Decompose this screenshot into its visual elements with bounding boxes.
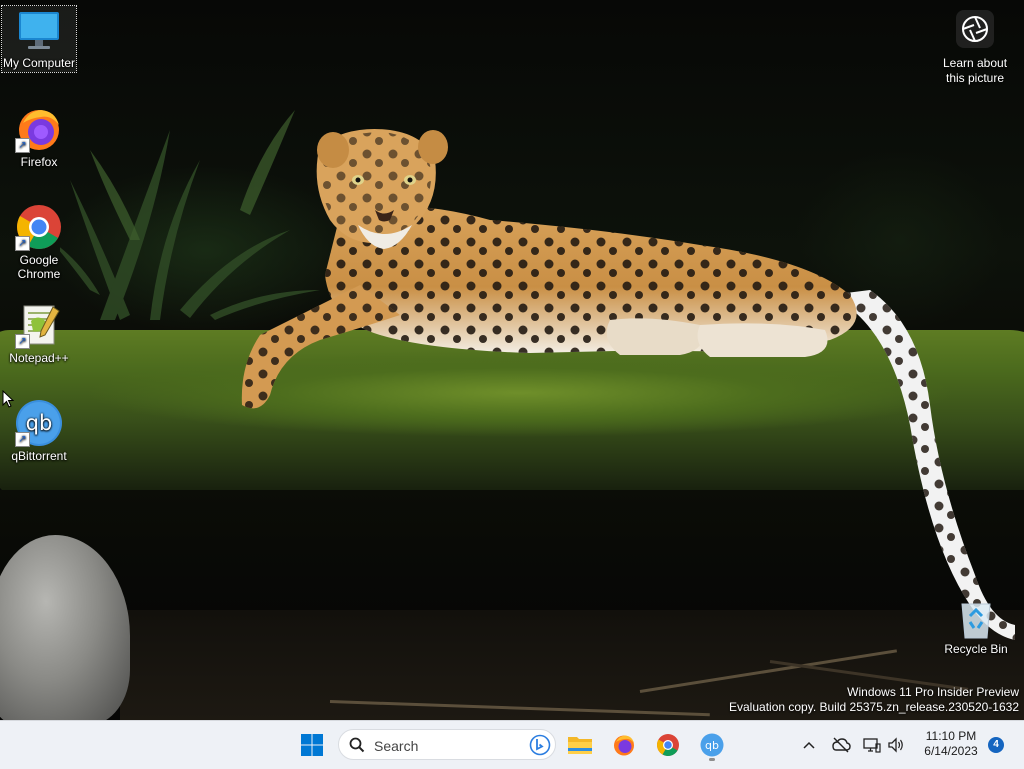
shortcut-arrow-icon: ↗: [15, 138, 30, 153]
notepad-plus-plus-icon: ↗: [15, 301, 63, 349]
desktop-icon-label: Notepad++: [9, 351, 69, 365]
taskbar-search-box[interactable]: Search: [338, 729, 556, 760]
desktop-icon-label: Recycle Bin: [944, 642, 1008, 656]
clock-date: 6/14/2023: [924, 744, 978, 758]
leopard: [241, 129, 1015, 640]
desktop-icon-notepad-plus-plus[interactable]: ↗ Notepad++: [2, 301, 76, 365]
tray-volume[interactable]: [884, 721, 908, 769]
camera-aperture-icon: [956, 10, 994, 48]
notification-count-badge[interactable]: 4: [988, 737, 1004, 753]
speaker-volume-icon: [888, 737, 903, 753]
desktop-icon-label: Firefox: [20, 155, 58, 169]
learn-about-label-line2: this picture: [945, 71, 1005, 85]
taskbar: Search qb 11:10 PM 6/14/2023 4: [0, 720, 1024, 769]
search-icon: [349, 737, 365, 753]
windows-start-icon: [301, 734, 323, 756]
desktop-icon-label: qBittorrent: [11, 449, 67, 463]
shortcut-arrow-icon: ↗: [15, 236, 30, 251]
shortcut-arrow-icon: ↗: [15, 432, 30, 447]
firefox-icon: [614, 735, 634, 756]
svg-text:qb: qb: [705, 739, 719, 752]
learn-about-picture-button[interactable]: Learn about this picture: [935, 10, 1015, 86]
chrome-icon: [657, 734, 679, 756]
desktop-icon-recycle-bin[interactable]: Recycle Bin: [940, 598, 1012, 656]
desktop-icon-label: Google Chrome: [17, 253, 61, 281]
chevron-up-icon: [803, 741, 815, 749]
taskbar-qbittorrent[interactable]: qb: [694, 727, 730, 763]
file-explorer-icon: [568, 737, 592, 754]
bing-icon[interactable]: [529, 734, 551, 756]
show-hidden-icons-button[interactable]: [798, 721, 820, 769]
desktop-icon-firefox[interactable]: ↗ Firefox: [2, 105, 76, 169]
desktop-icon-my-computer[interactable]: My Computer: [1, 5, 77, 73]
watermark-line2: Evaluation copy. Build 25375.zn_release.…: [729, 700, 1019, 714]
search-placeholder: Search: [374, 738, 419, 754]
desktop-icon-google-chrome[interactable]: ↗ Google Chrome: [2, 203, 76, 281]
evaluation-watermark: Windows 11 Pro Insider Preview Evaluatio…: [729, 685, 1019, 715]
tray-onedrive[interactable]: [828, 721, 854, 769]
recycle-bin-icon: [956, 598, 996, 640]
taskbar-clock[interactable]: 11:10 PM 6/14/2023: [912, 729, 990, 759]
cloud-offline-icon: [832, 737, 851, 753]
desktop-wallpaper: My Computer ↗ Firefox ↗ Google Chrome ↗ …: [0, 0, 1024, 720]
tray-network[interactable]: [860, 721, 884, 769]
mouse-pointer-icon: [2, 390, 15, 408]
taskbar-firefox[interactable]: [606, 727, 642, 763]
qbittorrent-icon: qb: [700, 733, 724, 757]
qbittorrent-icon: qb ↗: [15, 399, 63, 447]
desktop-icon-label: My Computer: [2, 56, 76, 70]
chrome-icon: ↗: [15, 203, 63, 251]
taskbar-file-explorer[interactable]: [562, 727, 598, 763]
watermark-line1: Windows 11 Pro Insider Preview: [847, 685, 1019, 699]
monitor-icon: [15, 6, 63, 54]
running-indicator: [709, 758, 715, 761]
firefox-icon: ↗: [15, 105, 63, 153]
clock-time: 11:10 PM: [925, 729, 977, 743]
network-ethernet-icon: [863, 738, 881, 753]
learn-about-label-line1: Learn about: [942, 56, 1008, 70]
start-button[interactable]: [294, 727, 330, 763]
taskbar-chrome[interactable]: [650, 727, 686, 763]
shortcut-arrow-icon: ↗: [15, 334, 30, 349]
